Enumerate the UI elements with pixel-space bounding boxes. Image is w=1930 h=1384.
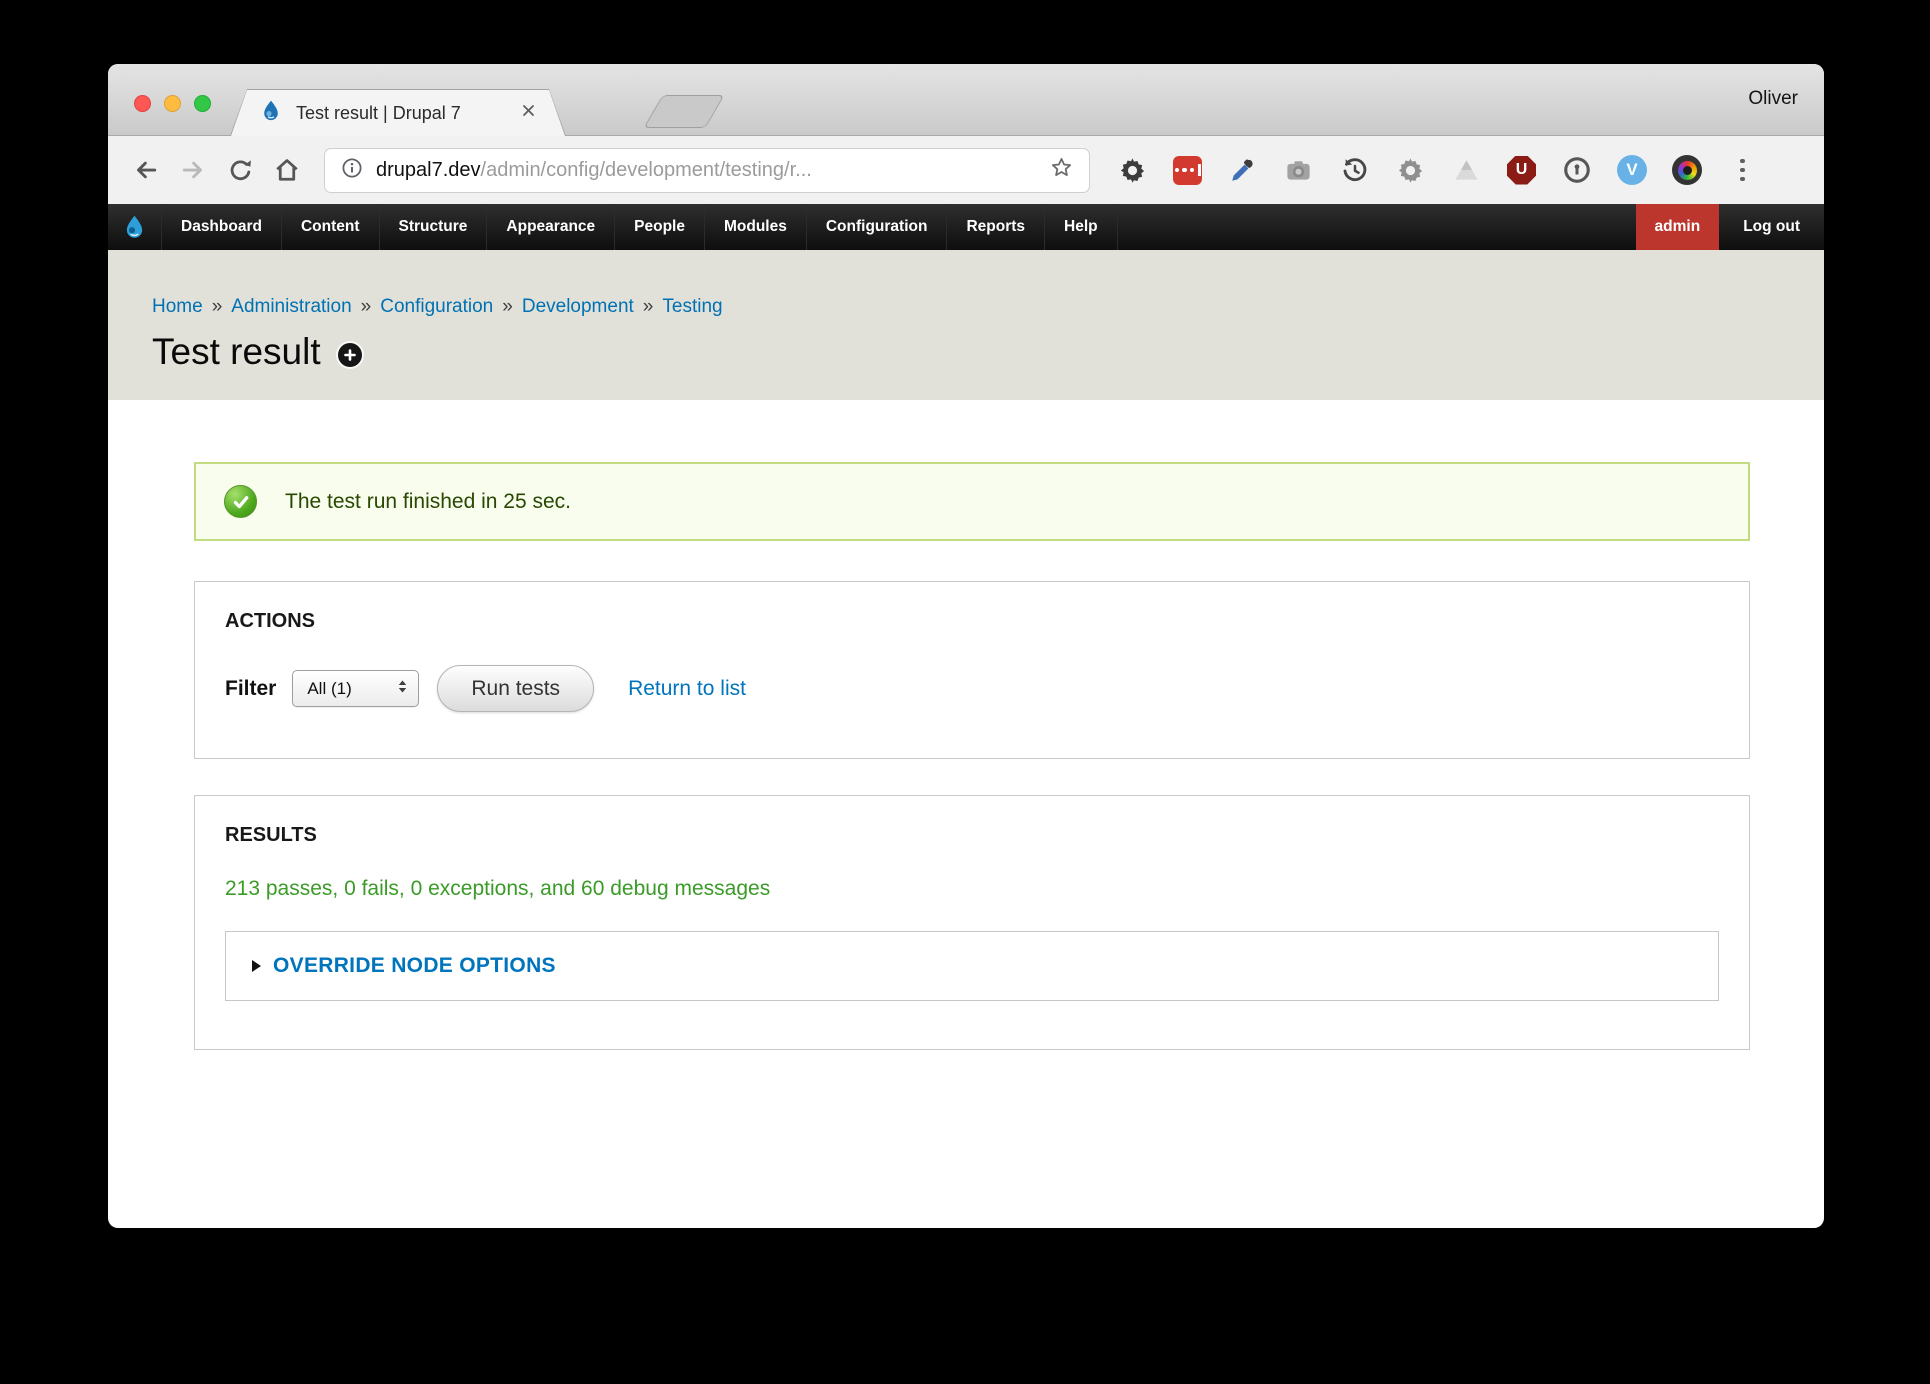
drupal-favicon-icon xyxy=(259,99,283,128)
status-message-text: The test run finished in 25 sec. xyxy=(285,490,571,514)
admin-menu-reports[interactable]: Reports xyxy=(947,204,1045,250)
success-check-icon xyxy=(224,485,257,518)
home-icon[interactable] xyxy=(269,152,305,188)
camera-extension-icon[interactable] xyxy=(1283,155,1314,186)
breadcrumb-administration[interactable]: Administration xyxy=(231,296,351,318)
tab-close-icon[interactable] xyxy=(520,102,537,124)
bookmark-star-icon[interactable] xyxy=(1049,155,1074,185)
gear-extension-icon[interactable] xyxy=(1117,155,1148,186)
collapsed-triangle-icon xyxy=(252,960,261,972)
main-content: The test run finished in 25 sec. ACTIONS… xyxy=(108,400,1824,1050)
url-path: /admin/config/development/testing/r... xyxy=(481,159,812,181)
results-fieldset: RESULTS 213 passes, 0 fails, 0 exception… xyxy=(194,795,1750,1050)
site-info-icon[interactable] xyxy=(340,156,364,185)
breadcrumb: Home » Administration » Configuration » … xyxy=(152,296,1824,318)
breadcrumb-separator: » xyxy=(643,296,654,318)
ublock-extension-icon[interactable]: U xyxy=(1507,156,1536,185)
vimium-extension-icon[interactable]: V xyxy=(1617,155,1647,185)
extension-icons: U V xyxy=(1117,155,1758,186)
filter-label: Filter xyxy=(225,677,276,701)
logout-link[interactable]: Log out xyxy=(1719,204,1824,250)
tab-title: Test result | Drupal 7 xyxy=(296,103,507,124)
admin-menu-configuration[interactable]: Configuration xyxy=(807,204,948,250)
breadcrumb-separator: » xyxy=(502,296,513,318)
browser-menu-icon[interactable] xyxy=(1727,155,1758,186)
url-host: drupal7.dev xyxy=(376,159,481,181)
forward-icon[interactable] xyxy=(175,152,211,188)
admin-menu-structure[interactable]: Structure xyxy=(380,204,488,250)
browser-tab[interactable]: Test result | Drupal 7 xyxy=(230,89,566,136)
run-tests-button-label: Run tests xyxy=(471,677,560,701)
minimize-window-button[interactable] xyxy=(164,95,181,112)
admin-menu-content[interactable]: Content xyxy=(282,204,380,250)
breadcrumb-development[interactable]: Development xyxy=(522,296,634,318)
drive-extension-icon[interactable] xyxy=(1451,155,1482,186)
filter-select[interactable]: All (1) xyxy=(292,670,419,707)
browser-tab-bar: Test result | Drupal 7 Oliver xyxy=(108,64,1824,136)
breadcrumb-testing[interactable]: Testing xyxy=(662,296,722,318)
drupal-logo-icon[interactable] xyxy=(108,204,162,250)
admin-user-link[interactable]: admin xyxy=(1636,204,1720,250)
browser-profile-name[interactable]: Oliver xyxy=(1748,88,1798,110)
admin-menu-dashboard[interactable]: Dashboard xyxy=(162,204,282,250)
fullscreen-window-button[interactable] xyxy=(194,95,211,112)
filter-select-value: All (1) xyxy=(307,679,394,699)
override-node-options-link[interactable]: OVERRIDE NODE OPTIONS xyxy=(273,954,556,978)
camera-lens-extension-icon[interactable] xyxy=(1672,155,1702,185)
reload-icon[interactable] xyxy=(222,152,258,188)
actions-legend: ACTIONS xyxy=(225,610,1719,633)
breadcrumb-separator: » xyxy=(361,296,372,318)
page-header: Home » Administration » Configuration » … xyxy=(108,250,1824,400)
results-summary: 213 passes, 0 fails, 0 exceptions, and 6… xyxy=(225,877,1719,901)
address-bar[interactable]: drupal7.dev/admin/config/development/tes… xyxy=(324,148,1090,193)
breadcrumb-separator: » xyxy=(212,296,223,318)
new-tab-button[interactable] xyxy=(643,95,724,128)
close-window-button[interactable] xyxy=(134,95,151,112)
screenshot-canvas: Test result | Drupal 7 Oliver xyxy=(0,0,1930,1384)
gear-gray-extension-icon[interactable] xyxy=(1395,155,1426,186)
eyedropper-extension-icon[interactable] xyxy=(1227,155,1258,186)
page-title: Test result xyxy=(152,331,321,373)
window-controls xyxy=(134,95,211,112)
browser-toolbar: drupal7.dev/admin/config/development/tes… xyxy=(108,136,1824,204)
admin-menu-help[interactable]: Help xyxy=(1045,204,1118,250)
admin-menu-appearance[interactable]: Appearance xyxy=(487,204,615,250)
breadcrumb-configuration[interactable]: Configuration xyxy=(380,296,493,318)
admin-menu-modules[interactable]: Modules xyxy=(705,204,807,250)
return-to-list-link[interactable]: Return to list xyxy=(628,677,746,701)
breadcrumb-home[interactable]: Home xyxy=(152,296,203,318)
status-message: The test run finished in 25 sec. xyxy=(194,462,1750,541)
admin-menu-people[interactable]: People xyxy=(615,204,705,250)
ublock-letter: U xyxy=(1516,161,1528,179)
history-refresh-extension-icon[interactable] xyxy=(1339,155,1370,186)
onepassword-extension-icon[interactable] xyxy=(1561,155,1592,186)
drupal-admin-toolbar: Dashboard Content Structure Appearance P… xyxy=(108,204,1824,250)
shortcut-add-icon[interactable] xyxy=(338,343,362,367)
back-icon[interactable] xyxy=(128,152,164,188)
browser-window: Test result | Drupal 7 Oliver xyxy=(108,64,1824,1228)
url-text: drupal7.dev/admin/config/development/tes… xyxy=(376,159,812,182)
lastpass-extension-icon[interactable] xyxy=(1173,156,1202,185)
actions-fieldset: ACTIONS Filter All (1) Run tests Return … xyxy=(194,581,1750,759)
override-node-options-fieldset[interactable]: OVERRIDE NODE OPTIONS xyxy=(225,931,1719,1001)
select-arrows-icon xyxy=(394,678,411,700)
run-tests-button[interactable]: Run tests xyxy=(437,665,594,712)
vimium-letter: V xyxy=(1626,160,1637,180)
results-legend: RESULTS xyxy=(225,824,1719,847)
